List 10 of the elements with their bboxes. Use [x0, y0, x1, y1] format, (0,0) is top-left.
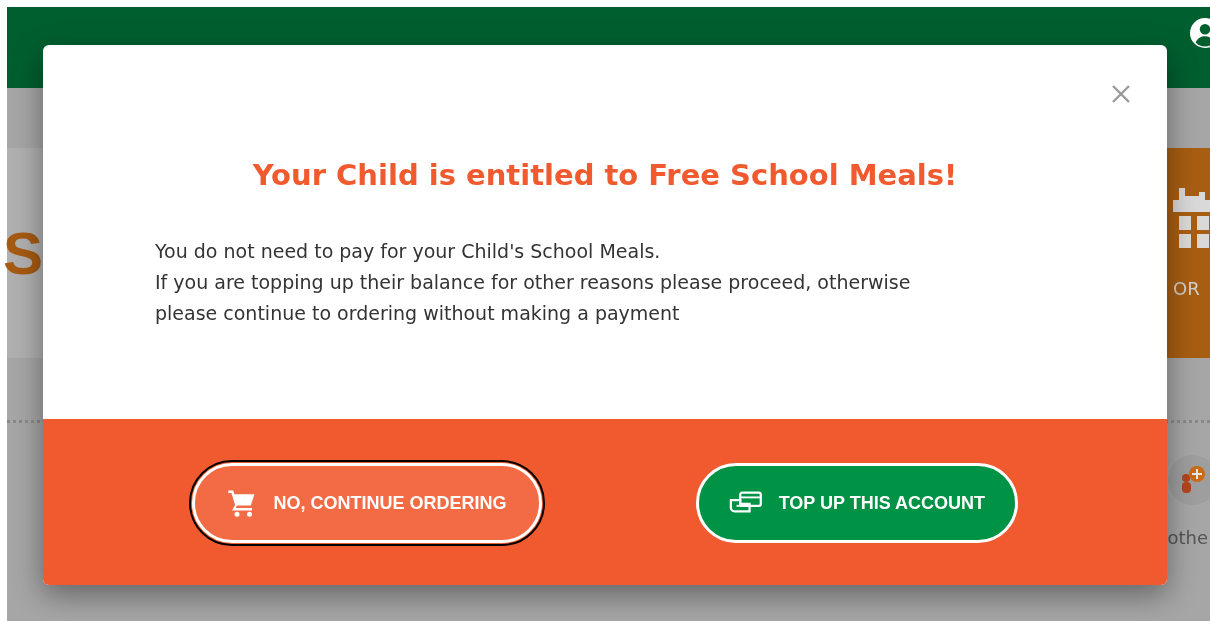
- order-card[interactable]: OR: [1167, 148, 1210, 358]
- close-icon[interactable]: [1111, 84, 1131, 104]
- cash-icon: [729, 490, 763, 516]
- card-label: OR: [1173, 278, 1200, 299]
- dialog-title: Your Child is entitled to Free School Meals!: [251, 158, 959, 192]
- continue-ordering-button[interactable]: NO, CONTINUE ORDERING: [192, 463, 542, 543]
- item-label: othe: [1167, 527, 1208, 548]
- dialog-text: You do not need to pay for your Child's School Meals.: [155, 239, 662, 264]
- top-up-button[interactable]: TOP UP THIS ACCOUNT: [696, 463, 1018, 543]
- dialog-text: If you are topping up their balance for other reasons please proceed, otherwise please continue to ordering without making a payment: [155, 270, 912, 326]
